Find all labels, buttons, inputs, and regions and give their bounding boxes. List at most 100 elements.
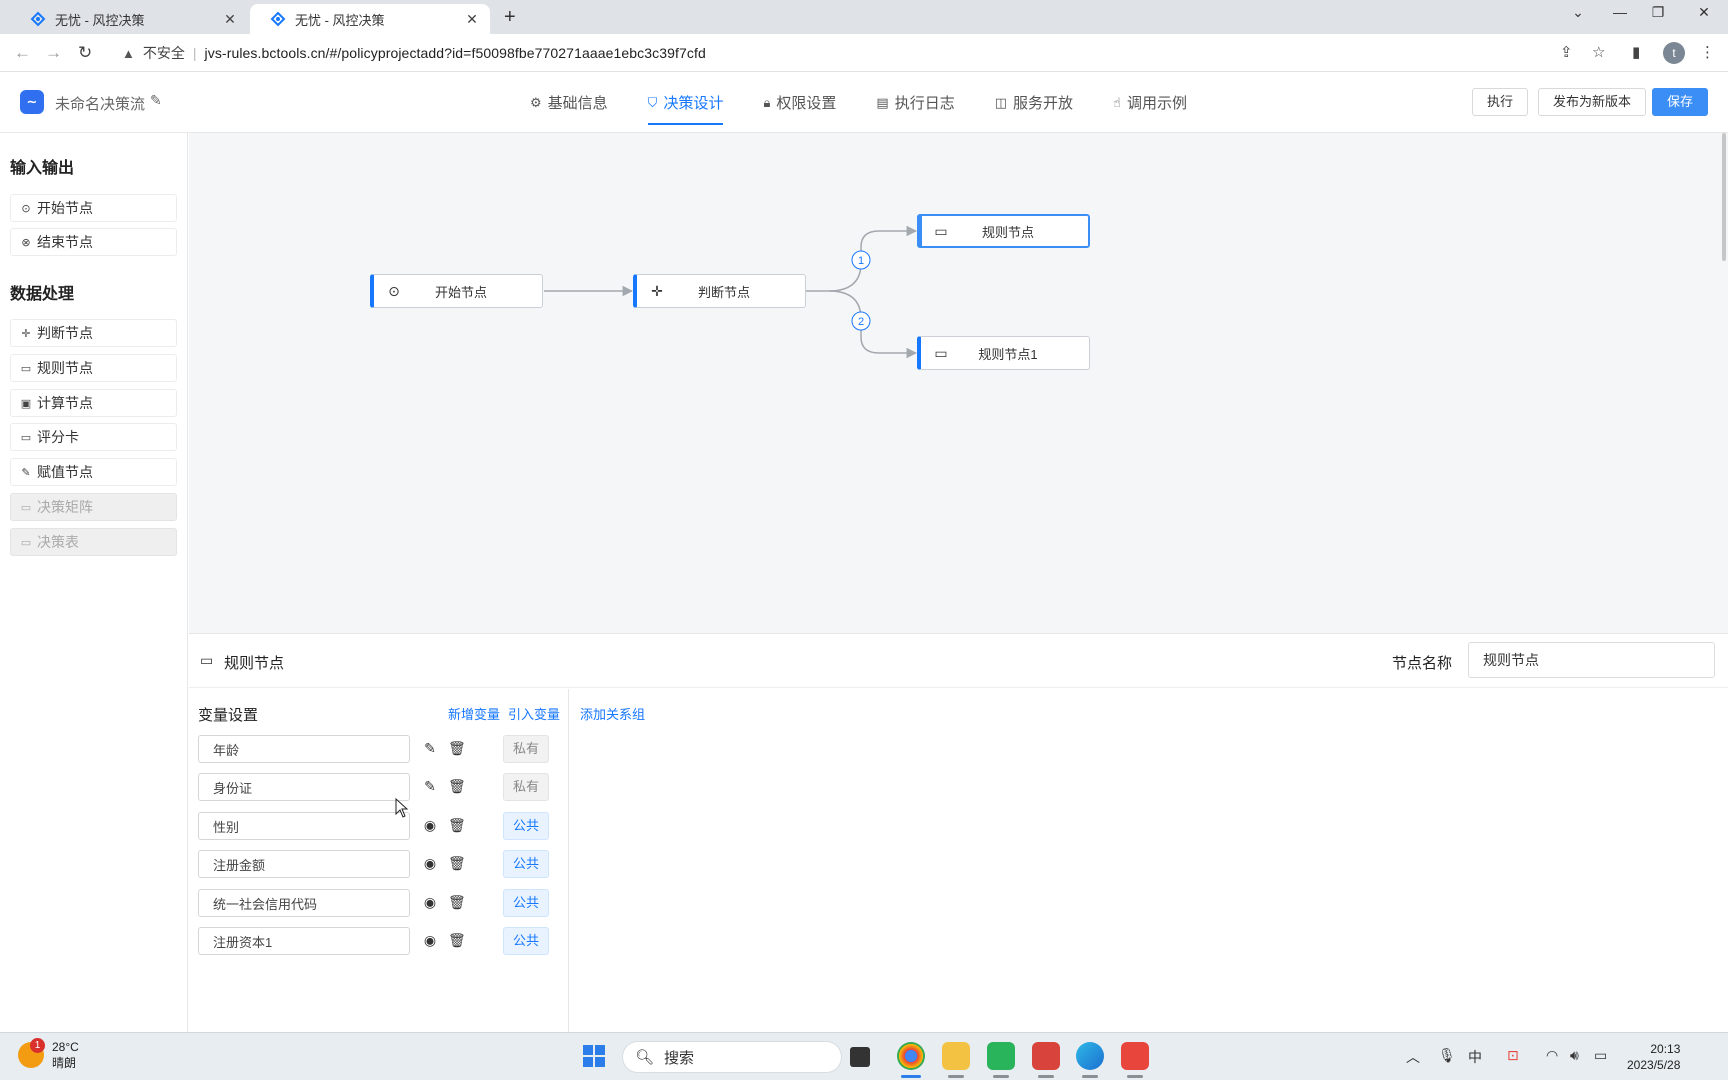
node-name-input[interactable] [1468, 642, 1715, 678]
tab-call-example[interactable]: ☝ 调用示例 [1113, 72, 1187, 133]
trash-icon[interactable]: 🗑︎ [448, 740, 466, 757]
save-button[interactable]: 保存 [1652, 88, 1709, 116]
variable-name-input[interactable] [198, 735, 410, 763]
execute-button[interactable]: 执行 [1472, 88, 1529, 116]
profile-avatar[interactable]: t [1663, 42, 1685, 64]
weather-widget[interactable]: 1 28°C 晴朗 [18, 1038, 79, 1071]
variable-row: ◉ 🗑︎ 公共 [198, 927, 549, 955]
palette-item-end[interactable]: ⊗ 结束节点 [10, 228, 177, 256]
flow-node-judge[interactable]: ✛ 判断节点 [633, 274, 806, 308]
publish-button[interactable]: 发布为新版本 [1538, 88, 1647, 116]
card-icon: ▭ [934, 344, 948, 361]
restore-icon[interactable]: ❐ [1638, 4, 1678, 21]
flow-node-rule1[interactable]: ▭ 规则节点1 [917, 336, 1090, 370]
scope-tag[interactable]: 私有 [503, 773, 549, 801]
cat-app-icon[interactable] [1032, 1042, 1060, 1070]
close-circle-icon: ⊗ [21, 236, 31, 249]
url-text[interactable]: jvs-rules.bctools.cn/#/policyprojectadd?… [205, 45, 706, 61]
browser-tab-2[interactable]: 无忧 - 风控决策 ✕ [250, 4, 490, 34]
palette-item-calc[interactable]: ▣ 计算节点 [10, 389, 177, 417]
add-relation-group-link[interactable]: 添加关系组 [580, 704, 645, 723]
tab-close-icon[interactable]: ✕ [222, 11, 238, 28]
palette-item-assign[interactable]: ✎ 赋值节点 [10, 458, 177, 486]
forward-arrow-icon[interactable]: → [45, 43, 62, 63]
system-clock[interactable]: 20:13 2023/5/28 [1627, 1041, 1680, 1073]
tray-chevron-icon[interactable]: ︿ [1406, 1047, 1420, 1067]
eye-icon[interactable]: ◉ [422, 894, 438, 911]
edit-icon[interactable]: ✎ [422, 778, 438, 795]
eye-icon[interactable]: ◉ [422, 932, 438, 949]
trash-icon[interactable]: 🗑︎ [448, 932, 466, 949]
tab-basic-info[interactable]: ⚙ 基础信息 [530, 72, 608, 133]
chrome-app-icon[interactable] [897, 1042, 925, 1070]
warning-triangle-icon[interactable]: ▲ [122, 46, 135, 61]
import-variable-link[interactable]: 引入变量 [508, 704, 560, 723]
taskbar-search[interactable]: 🔍︎ 搜索 [622, 1041, 842, 1073]
scope-tag[interactable]: 私有 [503, 735, 549, 763]
security-status[interactable]: 不安全 [143, 43, 185, 63]
file-explorer-icon[interactable] [942, 1042, 970, 1070]
add-variable-link[interactable]: 新增变量 [448, 704, 500, 723]
browser-menu-icon[interactable]: ⋮ [1700, 43, 1715, 61]
scope-tag[interactable]: 公共 [503, 927, 549, 955]
scope-tag[interactable]: 公共 [503, 812, 549, 840]
edit-icon[interactable]: ✎ [422, 740, 438, 757]
chrome-running-indicator [901, 1075, 921, 1078]
flow-node-rule[interactable]: ▭ 规则节点 [917, 214, 1090, 248]
input-method-icon[interactable]: ⊡ [1507, 1047, 1519, 1064]
tab-service-open[interactable]: ◫ 服务开放 [995, 72, 1073, 133]
c-app-icon[interactable] [1121, 1042, 1149, 1070]
variable-name-input[interactable] [198, 889, 410, 917]
variable-name-input[interactable] [198, 927, 410, 955]
flow-node-start[interactable]: ⊙ 开始节点 [370, 274, 543, 308]
omnibox[interactable]: ▲ 不安全 | jvs-rules.bctools.cn/#/policypro… [110, 38, 1670, 68]
window-close-icon[interactable]: ✕ [1684, 4, 1724, 21]
back-arrow-icon[interactable]: ← [14, 43, 31, 63]
minimize-icon[interactable]: — [1600, 4, 1640, 20]
battery-icon[interactable]: ▭ [1594, 1047, 1607, 1064]
task-view-icon[interactable] [850, 1047, 870, 1067]
palette-item-judge[interactable]: ✛ 判断节点 [10, 319, 177, 347]
windows-start-icon[interactable] [583, 1045, 605, 1067]
microphone-icon[interactable]: 🎙︎ [1438, 1047, 1456, 1064]
search-icon: 🔍︎ [635, 1049, 655, 1066]
browser-tab-1[interactable]: 无忧 - 风控决策 ✕ [10, 4, 248, 34]
edge-app-icon[interactable] [1076, 1042, 1104, 1070]
ime-indicator[interactable]: 中 [1468, 1047, 1482, 1067]
palette-item-start[interactable]: ⊙ 开始节点 [10, 194, 177, 222]
ide-app-icon[interactable] [987, 1042, 1015, 1070]
volume-icon[interactable]: 🔊︎ [1570, 1047, 1579, 1064]
search-placeholder: 搜索 [664, 1049, 695, 1067]
reload-icon[interactable]: ↻ [78, 43, 92, 63]
tab-execution-log[interactable]: ▤ 执行日志 [876, 72, 954, 133]
trash-icon[interactable]: 🗑︎ [448, 778, 466, 795]
canvas-scrollbar[interactable] [1722, 133, 1726, 261]
edit-title-icon[interactable]: ✎ [150, 92, 162, 109]
variable-name-input[interactable] [198, 850, 410, 878]
scope-tag[interactable]: 公共 [503, 850, 549, 878]
bookmark-star-icon[interactable]: ☆ [1592, 43, 1605, 61]
palette-item-rule[interactable]: ▭ 规则节点 [10, 354, 177, 382]
eye-icon[interactable]: ◉ [422, 817, 438, 834]
share-icon[interactable]: ⇪ [1560, 43, 1573, 61]
flow-canvas[interactable]: 1 2 ⊙ 开始节点 ✛ 判断节点 ▭ 规则节点 ▭ 规则节点1 [189, 133, 1728, 633]
wifi-icon[interactable]: ◠ [1546, 1047, 1558, 1064]
palette-item-scorecard[interactable]: ▭ 评分卡 [10, 423, 177, 451]
edge-judge-rule1[interactable] [828, 290, 918, 359]
trash-icon[interactable]: 🗑︎ [448, 817, 466, 834]
tab-permissions[interactable]: 🔒︎ 权限设置 [763, 72, 836, 133]
scope-tag[interactable]: 公共 [503, 889, 549, 917]
variable-name-input[interactable] [198, 773, 410, 801]
doc-icon: ▤ [876, 94, 889, 110]
eye-icon[interactable]: ◉ [422, 855, 438, 872]
new-tab-button[interactable]: + [504, 6, 516, 29]
palette-item-label: 决策表 [37, 534, 79, 550]
variable-name-input[interactable] [198, 812, 410, 840]
tab-search-chevron-icon[interactable]: ⌄ [1558, 4, 1598, 21]
tab-decision-design[interactable]: ⛉ 决策设计 [647, 72, 723, 133]
tab-close-icon[interactable]: ✕ [464, 11, 480, 28]
trash-icon[interactable]: 🗑︎ [448, 855, 466, 872]
trash-icon[interactable]: 🗑︎ [448, 894, 466, 911]
node-name-label: 节点名称 [1392, 655, 1453, 672]
side-panel-icon[interactable]: ▮ [1632, 43, 1640, 61]
